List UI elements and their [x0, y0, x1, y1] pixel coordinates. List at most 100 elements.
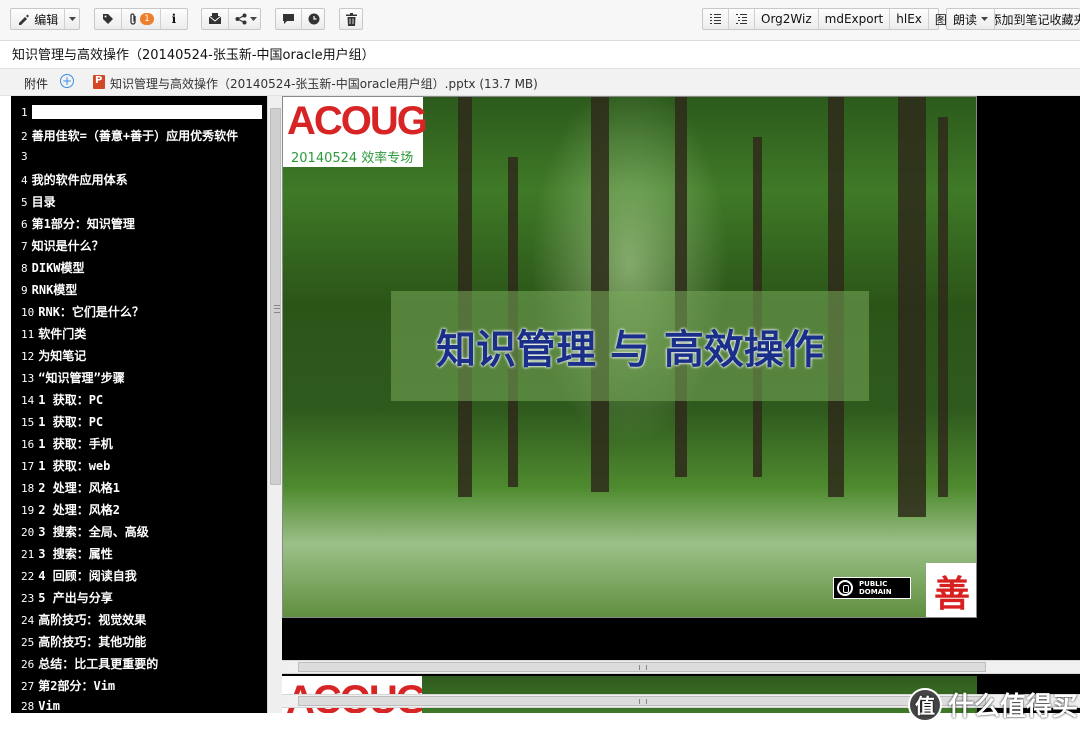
slide-outline-panel: 1 2 善用佳软=（善意+善于）应用优秀软件 3 4 我的软件应用体系 5 目录 6 第1部分：知… [11, 96, 267, 713]
logo-text: ACOUG [287, 99, 428, 143]
outline-item-label: RNK模型 [31, 283, 78, 297]
share-button[interactable] [229, 9, 263, 29]
outline-item[interactable]: 20 3 搜索：全局、高级 [21, 523, 149, 540]
outline-item-number: 11 [21, 328, 35, 341]
outline-item[interactable]: 5 目录 [21, 193, 56, 210]
h-scroll-thumb[interactable] [298, 696, 986, 706]
clock-icon [308, 13, 320, 25]
outline-item[interactable]: 8 DIKW模型 [21, 259, 85, 276]
slide-title: 知识管理 与 高效操作 [436, 327, 824, 373]
tag-attach-info-group: 1 i [94, 8, 188, 30]
outline-item-label: “知识管理”步骤 [38, 371, 125, 385]
outline-item-label: 5 产出与分享 [38, 591, 113, 605]
trash-icon [346, 12, 357, 26]
delete-group [339, 8, 363, 30]
outline-item[interactable]: 17 1 获取：web [21, 457, 110, 474]
history-button[interactable] [302, 9, 326, 29]
plugin-org2wiz-button[interactable]: Org2Wiz [755, 9, 819, 29]
outline-item[interactable]: 7 知识是什么？ [21, 237, 104, 254]
plugin-mdexport-button[interactable]: mdExport [819, 9, 891, 29]
add-to-favorites-button[interactable]: 添加到笔记收藏夹 [995, 9, 1080, 29]
outline-item[interactable]: 19 2 处理：风格2 [21, 501, 120, 518]
outline-item-number: 6 [21, 218, 28, 231]
outline-item[interactable]: 18 2 处理：风格1 [21, 479, 120, 496]
outline-item[interactable]: 21 3 搜索：属性 [21, 545, 113, 562]
outline-item[interactable]: 16 1 获取：手机 [21, 435, 113, 452]
outline-item-number: 23 [21, 592, 35, 605]
outline-button[interactable] [703, 9, 729, 29]
edit-dropdown-button[interactable] [65, 9, 79, 29]
outline-item-number: 27 [21, 680, 35, 693]
outline-item[interactable]: 23 5 产出与分享 [21, 589, 113, 606]
outline-scrollbar[interactable] [267, 96, 282, 713]
tag-button[interactable] [95, 9, 123, 29]
outline-item-number: 16 [21, 438, 35, 451]
outline-item[interactable]: 9 RNK模型 [21, 281, 77, 298]
outline-item[interactable]: 6 第1部分：知识管理 [21, 215, 135, 232]
outline-item[interactable]: 12 为知笔记 [21, 347, 86, 364]
outline-item-number: 25 [21, 636, 35, 649]
outline-item[interactable]: 27 第2部分：Vim [21, 677, 115, 694]
slide-stage: ACOUG 20140524 效率专场 知识管理 与 高效操作 PUBLIC DO… [282, 96, 1080, 713]
outline-item[interactable]: 26 总结：比工具更重要的 [21, 655, 158, 672]
outline-item-label: 2 处理：风格2 [38, 503, 120, 517]
outline-item[interactable]: 24 高阶技巧：视觉效果 [21, 611, 146, 628]
outline-item[interactable]: 4 我的软件应用体系 [21, 171, 128, 188]
attachment-file-link[interactable]: 知识管理与高效操作（20140524-张玉新-中国oracle用户组）.pptx… [110, 75, 538, 92]
outline-item-number: 12 [21, 350, 35, 363]
email-button[interactable] [202, 9, 229, 29]
outline-item-label: 1 获取：手机 [38, 437, 113, 451]
outline-item[interactable]: 13 “知识管理”步骤 [21, 369, 125, 386]
outline-item[interactable]: 14 1 获取：PC [21, 391, 103, 408]
outline-item-number: 24 [21, 614, 35, 627]
outline-item-number: 20 [21, 526, 35, 539]
outline-item[interactable]: 10 RNK：它们是什么？ [21, 303, 144, 320]
indent-list-button[interactable] [729, 9, 755, 29]
outline-item[interactable]: 1 [21, 105, 32, 119]
site-watermark: 值 什么值得买 [908, 686, 1078, 723]
edit-button[interactable]: 编辑 [11, 9, 66, 29]
outline-item[interactable]: 25 高阶技巧：其他功能 [21, 633, 146, 650]
outline-item-number: 4 [21, 174, 28, 187]
info-icon: i [171, 12, 177, 26]
outline-item-label: 1 获取：web [38, 459, 111, 473]
note-title: 知识管理与高效操作（20140524-张玉新-中国oracle用户组） [12, 48, 375, 63]
outline-item-number: 9 [21, 284, 28, 297]
outline-item[interactable]: 11 软件门类 [21, 325, 86, 342]
outline-item-label: 我的软件应用体系 [31, 173, 128, 187]
outline-item[interactable]: 28 Vim [21, 699, 60, 713]
outline-item-label: 第1部分：知识管理 [31, 217, 135, 231]
outline-item[interactable]: 3 [21, 149, 32, 163]
plugin-hlex-button[interactable]: hlEx [890, 9, 929, 29]
add-attachment-icon[interactable]: + [60, 74, 74, 88]
outline-item[interactable]: 2 善用佳软=（善意+善于）应用优秀软件 [21, 127, 238, 144]
attachments-label: 附件 [24, 77, 49, 91]
outline-item[interactable]: 22 4 回顾：阅读自我 [21, 567, 137, 584]
title-banner: 知识管理 与 高效操作 [391, 291, 869, 401]
h-scroll-thumb[interactable] [298, 662, 986, 672]
outline-item-label: 第2部分：Vim [38, 679, 116, 693]
attachment-button[interactable]: 1 [122, 9, 161, 29]
outline-item-number: 15 [21, 416, 35, 429]
outline-item[interactable]: 15 1 获取：PC [21, 413, 103, 430]
outline-scroll-thumb[interactable] [270, 108, 281, 485]
powerpoint-file-icon [93, 75, 105, 89]
info-button[interactable]: i [161, 9, 187, 29]
outline-item-label: 1 获取：PC [38, 415, 104, 429]
outline-item-label: 3 搜索：属性 [38, 547, 113, 561]
outline-item-number: 18 [21, 482, 35, 495]
logo-subtitle: 20140524 效率专场 [291, 151, 414, 166]
edit-button-group[interactable]: 编辑 [10, 8, 80, 30]
outline-item-label: Vim [38, 699, 60, 713]
outline-item-label: 高阶技巧：视觉效果 [38, 613, 147, 627]
comment-button[interactable] [276, 9, 302, 29]
outline-item-number: 19 [21, 504, 35, 517]
outline-item-number: 26 [21, 658, 35, 671]
delete-button[interactable] [340, 9, 363, 29]
pencil-icon [19, 14, 30, 25]
slide-h-scrollbar[interactable] [282, 660, 1080, 674]
indent-list-icon [736, 13, 747, 25]
read-aloud-button[interactable]: 朗读 [947, 9, 996, 29]
outline-item-number: 28 [21, 700, 35, 713]
outline-item-label: 为知笔记 [38, 349, 87, 363]
